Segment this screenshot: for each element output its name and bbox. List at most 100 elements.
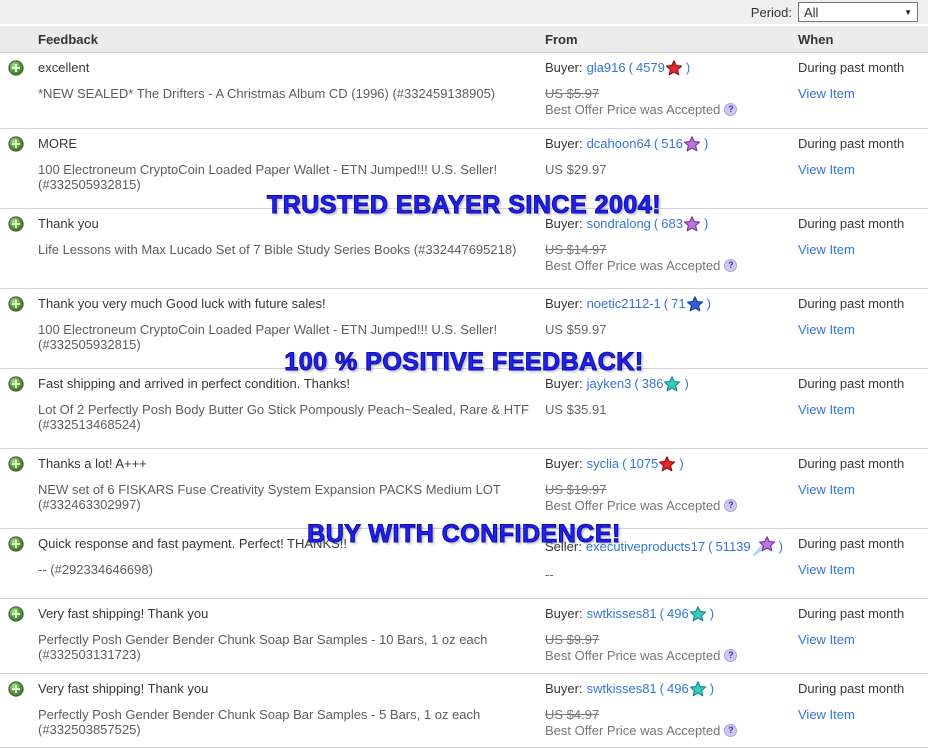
from-role-label: Buyer:: [545, 60, 583, 75]
from-role-label: Seller:: [545, 538, 582, 554]
when-column: During past month View Item: [798, 606, 904, 647]
feedback-star-icon: [683, 216, 700, 232]
price-line: US $4.97 Best Offer Price was Accepted ?: [545, 707, 793, 738]
from-line: Buyer: gla916 ( 4579 ): [545, 60, 793, 76]
positive-feedback-icon: [8, 376, 24, 392]
from-role-label: Buyer:: [545, 606, 583, 621]
feedback-count-link[interactable]: 1075: [629, 456, 658, 472]
from-column: Buyer: dcahoon64 ( 516 ) US $29.97 ?: [545, 136, 793, 177]
feedback-table-body: excellent *NEW SEALED* The Drifters - A …: [0, 53, 928, 748]
period-label: Period:: [750, 4, 792, 20]
feedback-comment: Fast shipping and arrived in perfect con…: [38, 376, 350, 391]
best-offer-note: Best Offer Price was Accepted ?: [545, 723, 793, 738]
feedback-count-link[interactable]: 496: [667, 681, 689, 697]
paren-close: ): [703, 136, 709, 151]
username-link[interactable]: swtkisses81: [587, 681, 657, 697]
item-title: NEW set of 6 FISKARS Fuse Creativity Sys…: [38, 482, 501, 512]
feedback-count-link[interactable]: 51139: [715, 539, 750, 555]
view-item-link[interactable]: View Item: [798, 562, 855, 577]
item-price: US $5.97: [545, 86, 600, 101]
when-text: During past month: [798, 296, 905, 311]
item-title: Perfectly Posh Gender Bender Chunk Soap …: [38, 707, 481, 737]
from-column: Buyer: swtkisses81 ( 496 ) US $4.97 Best…: [545, 681, 793, 738]
view-item-link[interactable]: View Item: [798, 162, 855, 177]
view-item-link[interactable]: View Item: [798, 632, 855, 647]
feedback-count-link[interactable]: 4579: [636, 60, 665, 76]
feedback-star-icon: [689, 606, 706, 622]
from-role-label: Buyer:: [545, 376, 583, 391]
feedback-column: Quick response and fast payment. Perfect…: [38, 536, 543, 577]
positive-feedback-icon: [8, 536, 24, 552]
period-select[interactable]: All ▼: [798, 2, 918, 22]
view-item-link[interactable]: View Item: [798, 242, 855, 257]
username-link[interactable]: dcahoon64: [587, 136, 651, 152]
best-offer-text: Best Offer Price was Accepted: [545, 102, 721, 117]
when-column: During past month View Item: [798, 376, 904, 417]
paren-open: (: [628, 60, 633, 75]
paren-open: (: [653, 216, 659, 231]
when-column: During past month View Item: [798, 60, 904, 101]
feedback-count-link[interactable]: 516: [661, 136, 683, 152]
from-line: Buyer: swtkisses81 ( 496 ): [545, 606, 793, 622]
feedback-star-icon: [659, 456, 676, 472]
feedback-count-link[interactable]: 496: [667, 606, 689, 622]
feedback-column: Fast shipping and arrived in perfect con…: [38, 376, 543, 432]
from-column: Buyer: gla916 ( 4579 ) US $5.97 Best Off…: [545, 60, 793, 117]
help-icon[interactable]: ?: [724, 724, 738, 737]
item-price: US $9.97: [545, 632, 600, 647]
item-price: US $4.97: [545, 707, 600, 722]
paren-open: (: [634, 376, 639, 391]
feedback-column: Thanks a lot! A+++ NEW set of 6 FISKARS …: [38, 456, 543, 512]
help-icon[interactable]: ?: [724, 499, 738, 512]
feedback-column: excellent *NEW SEALED* The Drifters - A …: [38, 60, 543, 101]
paren-close: ): [709, 606, 715, 621]
best-offer-text: Best Offer Price was Accepted: [545, 498, 721, 513]
feedback-row: Very fast shipping! Thank you Perfectly …: [0, 674, 928, 748]
when-text: During past month: [798, 136, 905, 151]
view-item-link[interactable]: View Item: [798, 482, 855, 497]
help-icon[interactable]: ?: [724, 103, 738, 116]
from-role-label: Buyer:: [545, 136, 583, 151]
paren-close: ): [685, 60, 691, 75]
view-item-link[interactable]: View Item: [798, 402, 855, 417]
when-column: During past month View Item: [798, 216, 904, 257]
username-link[interactable]: syclia: [587, 456, 620, 472]
positive-feedback-icon: [8, 136, 24, 152]
username-link[interactable]: noetic2112-1: [587, 296, 661, 312]
feedback-row: MORE 100 Electroneum CryptoCoin Loaded P…: [0, 129, 928, 209]
when-text: During past month: [798, 60, 905, 75]
best-offer-text: Best Offer Price was Accepted: [545, 258, 721, 273]
help-icon[interactable]: ?: [724, 649, 738, 662]
username-link[interactable]: executiveproducts17: [586, 539, 705, 555]
feedback-column: Very fast shipping! Thank you Perfectly …: [38, 606, 543, 662]
when-column: During past month View Item: [798, 296, 904, 337]
username-link[interactable]: sondralong: [587, 216, 651, 232]
item-title: Lot Of 2 Perfectly Posh Body Butter Go S…: [38, 402, 529, 432]
feedback-comment: Thanks a lot! A+++: [38, 456, 147, 471]
view-item-link[interactable]: View Item: [798, 86, 855, 101]
username-link[interactable]: gla916: [587, 60, 626, 76]
from-column: Seller: executiveproducts17 ( 51139 ) --…: [545, 536, 793, 582]
column-header-when: When: [798, 32, 834, 47]
from-column: Buyer: swtkisses81 ( 496 ) US $9.97 Best…: [545, 606, 793, 663]
best-offer-text: Best Offer Price was Accepted: [545, 723, 721, 738]
feedback-count-link[interactable]: 71: [671, 296, 685, 312]
item-title: 100 Electroneum CryptoCoin Loaded Paper …: [38, 322, 498, 352]
help-icon[interactable]: ?: [724, 259, 738, 272]
when-text: During past month: [798, 681, 905, 696]
feedback-count-link[interactable]: 683: [661, 216, 683, 232]
paren-close: ): [679, 456, 684, 471]
feedback-page: Period: All ▼ Feedback From When excelle…: [0, 0, 928, 748]
item-title: *NEW SEALED* The Drifters - A Christmas …: [38, 86, 496, 101]
paren-open: (: [653, 136, 659, 151]
username-link[interactable]: jayken3: [587, 376, 632, 392]
username-link[interactable]: swtkisses81: [587, 606, 657, 622]
view-item-link[interactable]: View Item: [798, 707, 855, 722]
from-role-label: Buyer:: [545, 296, 583, 311]
feedback-star-icon: [665, 60, 682, 76]
view-item-link[interactable]: View Item: [798, 322, 855, 337]
item-price: US $59.97: [545, 322, 607, 337]
paren-close: ): [703, 216, 709, 231]
feedback-star-icon: [686, 296, 703, 312]
feedback-count-link[interactable]: 386: [642, 376, 664, 392]
